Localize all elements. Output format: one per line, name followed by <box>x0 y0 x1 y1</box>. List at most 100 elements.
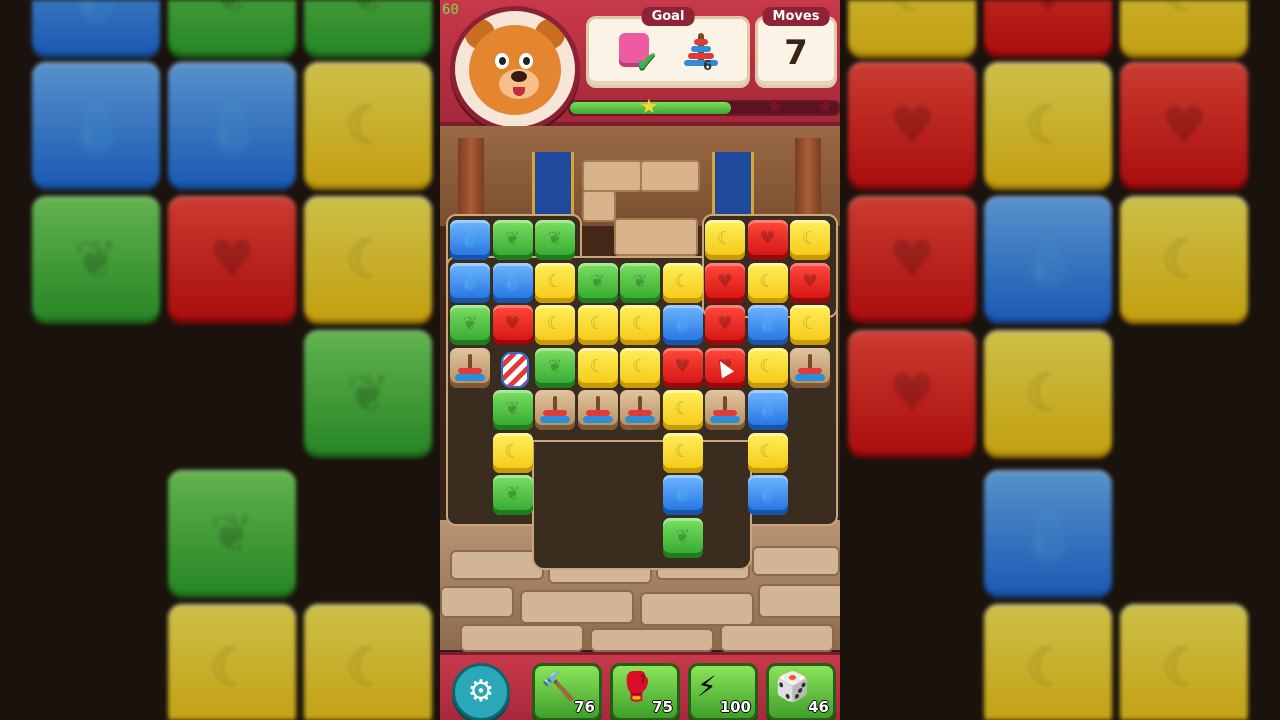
red-symbol-icon: ♥ <box>674 355 691 377</box>
blue-tile[interactable]: 💧 <box>492 262 533 303</box>
green-symbol-icon: ❦ <box>462 313 478 334</box>
yellow-symbol-icon: ☾ <box>759 355 776 377</box>
yellow-symbol-icon: ☾ <box>716 228 734 249</box>
yellow-tile[interactable]: ☾ <box>620 347 660 388</box>
red-symbol-icon: ♥ <box>801 270 819 292</box>
ring-stack-tile[interactable] <box>535 390 575 430</box>
red-tile[interactable]: ♥ <box>790 262 830 303</box>
red-symbol-icon: ♥ <box>759 228 776 249</box>
blue-tile[interactable]: 💧 <box>747 475 788 515</box>
blue-tile[interactable]: 💧 <box>747 305 788 345</box>
backdrop-tile: ♥ <box>848 330 976 458</box>
rocket-icon <box>500 351 529 388</box>
green-symbol-icon: ❦ <box>674 525 691 547</box>
goal-label: Goal <box>641 7 695 26</box>
red-symbol-icon: ♥ <box>716 313 734 334</box>
ring-stack-tile[interactable] <box>790 347 830 388</box>
game-header: Goal ✔ 6 Moves 7 ★ ★ ★ <box>440 0 840 132</box>
green-symbol-icon: ❦ <box>504 398 521 419</box>
blue-symbol-icon: 💧 <box>756 313 779 334</box>
yellow-tile[interactable]: ☾ <box>662 390 703 430</box>
red-symbol-icon: ♥ <box>504 313 521 334</box>
green-tile[interactable]: ❦ <box>492 475 533 515</box>
green-symbol-icon: ❦ <box>504 228 521 249</box>
red-tile[interactable]: ♥ <box>705 305 745 345</box>
gear-icon: ⚙ <box>467 674 495 709</box>
yellow-tile[interactable]: ☾ <box>577 347 618 388</box>
yellow-tile[interactable]: ☾ <box>747 262 788 303</box>
ring-stack-tile[interactable] <box>450 347 490 388</box>
green-tile[interactable]: ❦ <box>535 220 575 260</box>
yellow-tile[interactable]: ☾ <box>747 347 788 388</box>
blue-tile[interactable]: 💧 <box>747 390 788 430</box>
backdrop-tile: ♥ <box>984 0 1112 58</box>
yellow-tile[interactable]: ☾ <box>662 262 703 303</box>
yellow-symbol-icon: ☾ <box>631 355 649 377</box>
yellow-symbol-icon: ☾ <box>801 228 819 249</box>
score-progress-bar: ★ ★ ★ <box>568 96 840 116</box>
goal-panel: Goal ✔ 6 <box>586 7 750 88</box>
yellow-tile[interactable]: ☾ <box>705 220 745 260</box>
yellow-tile[interactable]: ☾ <box>747 432 788 473</box>
checkmark-icon: ✔ <box>635 45 659 78</box>
booster-hammer-button[interactable]: 🔨 76 <box>532 663 602 720</box>
backdrop-tile: ❦ <box>168 0 296 58</box>
green-tile[interactable]: ❦ <box>450 305 490 345</box>
yellow-tile[interactable]: ☾ <box>790 220 830 260</box>
yellow-tile[interactable]: ☾ <box>492 432 533 473</box>
blue-tile[interactable]: 💧 <box>450 220 490 260</box>
booster-boxing-glove-button[interactable]: 🥊 75 <box>610 663 680 720</box>
red-tile[interactable]: ♥ <box>662 347 703 388</box>
yellow-symbol-icon: ☾ <box>801 313 819 334</box>
green-tile[interactable]: ❦ <box>662 517 703 558</box>
green-tile[interactable]: ❦ <box>620 262 660 303</box>
dice-icon: 🎲 <box>775 670 810 703</box>
backdrop-tile: ☾ <box>984 62 1112 190</box>
green-tile[interactable]: ❦ <box>492 220 533 260</box>
backdrop-tile: ☾ <box>1120 196 1248 324</box>
yellow-symbol-icon: ☾ <box>546 270 564 292</box>
blue-symbol-icon: 💧 <box>501 270 524 292</box>
backdrop-tile: ❦ <box>304 0 432 58</box>
backdrop-tile: ☾ <box>168 604 296 720</box>
boxing-glove-icon: 🥊 <box>619 670 654 703</box>
blue-tile[interactable]: 💧 <box>450 262 490 303</box>
red-tile[interactable]: ♥ <box>747 220 788 260</box>
yellow-symbol-icon: ☾ <box>504 440 521 462</box>
blue-tile[interactable]: 💧 <box>662 475 703 515</box>
yellow-symbol-icon: ☾ <box>631 313 649 334</box>
green-tile[interactable]: ❦ <box>535 347 575 388</box>
goal-stack-count: 6 <box>703 59 713 74</box>
yellow-tile[interactable]: ☾ <box>535 305 575 345</box>
ring-stack-tile[interactable] <box>705 390 745 430</box>
blue-tile[interactable]: 💧 <box>662 305 703 345</box>
booster-drill-button[interactable]: ⚡ 100 <box>688 663 758 720</box>
yellow-tile[interactable]: ☾ <box>620 305 660 345</box>
ring-stack-tile[interactable] <box>577 390 618 430</box>
red-tile[interactable]: ♥ <box>492 305 533 345</box>
yellow-symbol-icon: ☾ <box>674 270 691 292</box>
green-tile[interactable]: ❦ <box>492 390 533 430</box>
red-tile[interactable]: ♥ <box>705 262 745 303</box>
backdrop-tile: ❦ <box>304 330 432 458</box>
green-symbol-icon: ❦ <box>547 228 563 249</box>
backdrop-tile: ☾ <box>1120 0 1248 58</box>
drill-icon: ⚡ <box>697 670 717 703</box>
green-tile[interactable]: ❦ <box>577 262 618 303</box>
backdrop-left: 💧❦❦💧💧☾❦♥☾❦❦☾☾ <box>0 0 440 720</box>
fps-counter: 60 <box>442 2 459 18</box>
green-symbol-icon: ❦ <box>504 483 521 504</box>
rocket-tile[interactable] <box>493 348 533 388</box>
blue-symbol-icon: 💧 <box>756 483 779 504</box>
yellow-tile[interactable]: ☾ <box>577 305 618 345</box>
booster-dice-button[interactable]: 🎲 46 <box>766 663 836 720</box>
yellow-tile[interactable]: ☾ <box>662 432 703 473</box>
blue-symbol-icon: 💧 <box>756 398 779 419</box>
booster-count: 76 <box>574 698 595 716</box>
ring-stack-goal-icon <box>681 33 721 69</box>
star-2-icon: ★ <box>766 94 784 118</box>
yellow-tile[interactable]: ☾ <box>790 305 830 345</box>
yellow-tile[interactable]: ☾ <box>535 262 575 303</box>
ring-stack-tile[interactable] <box>620 390 660 430</box>
settings-button[interactable]: ⚙ <box>452 663 510 720</box>
